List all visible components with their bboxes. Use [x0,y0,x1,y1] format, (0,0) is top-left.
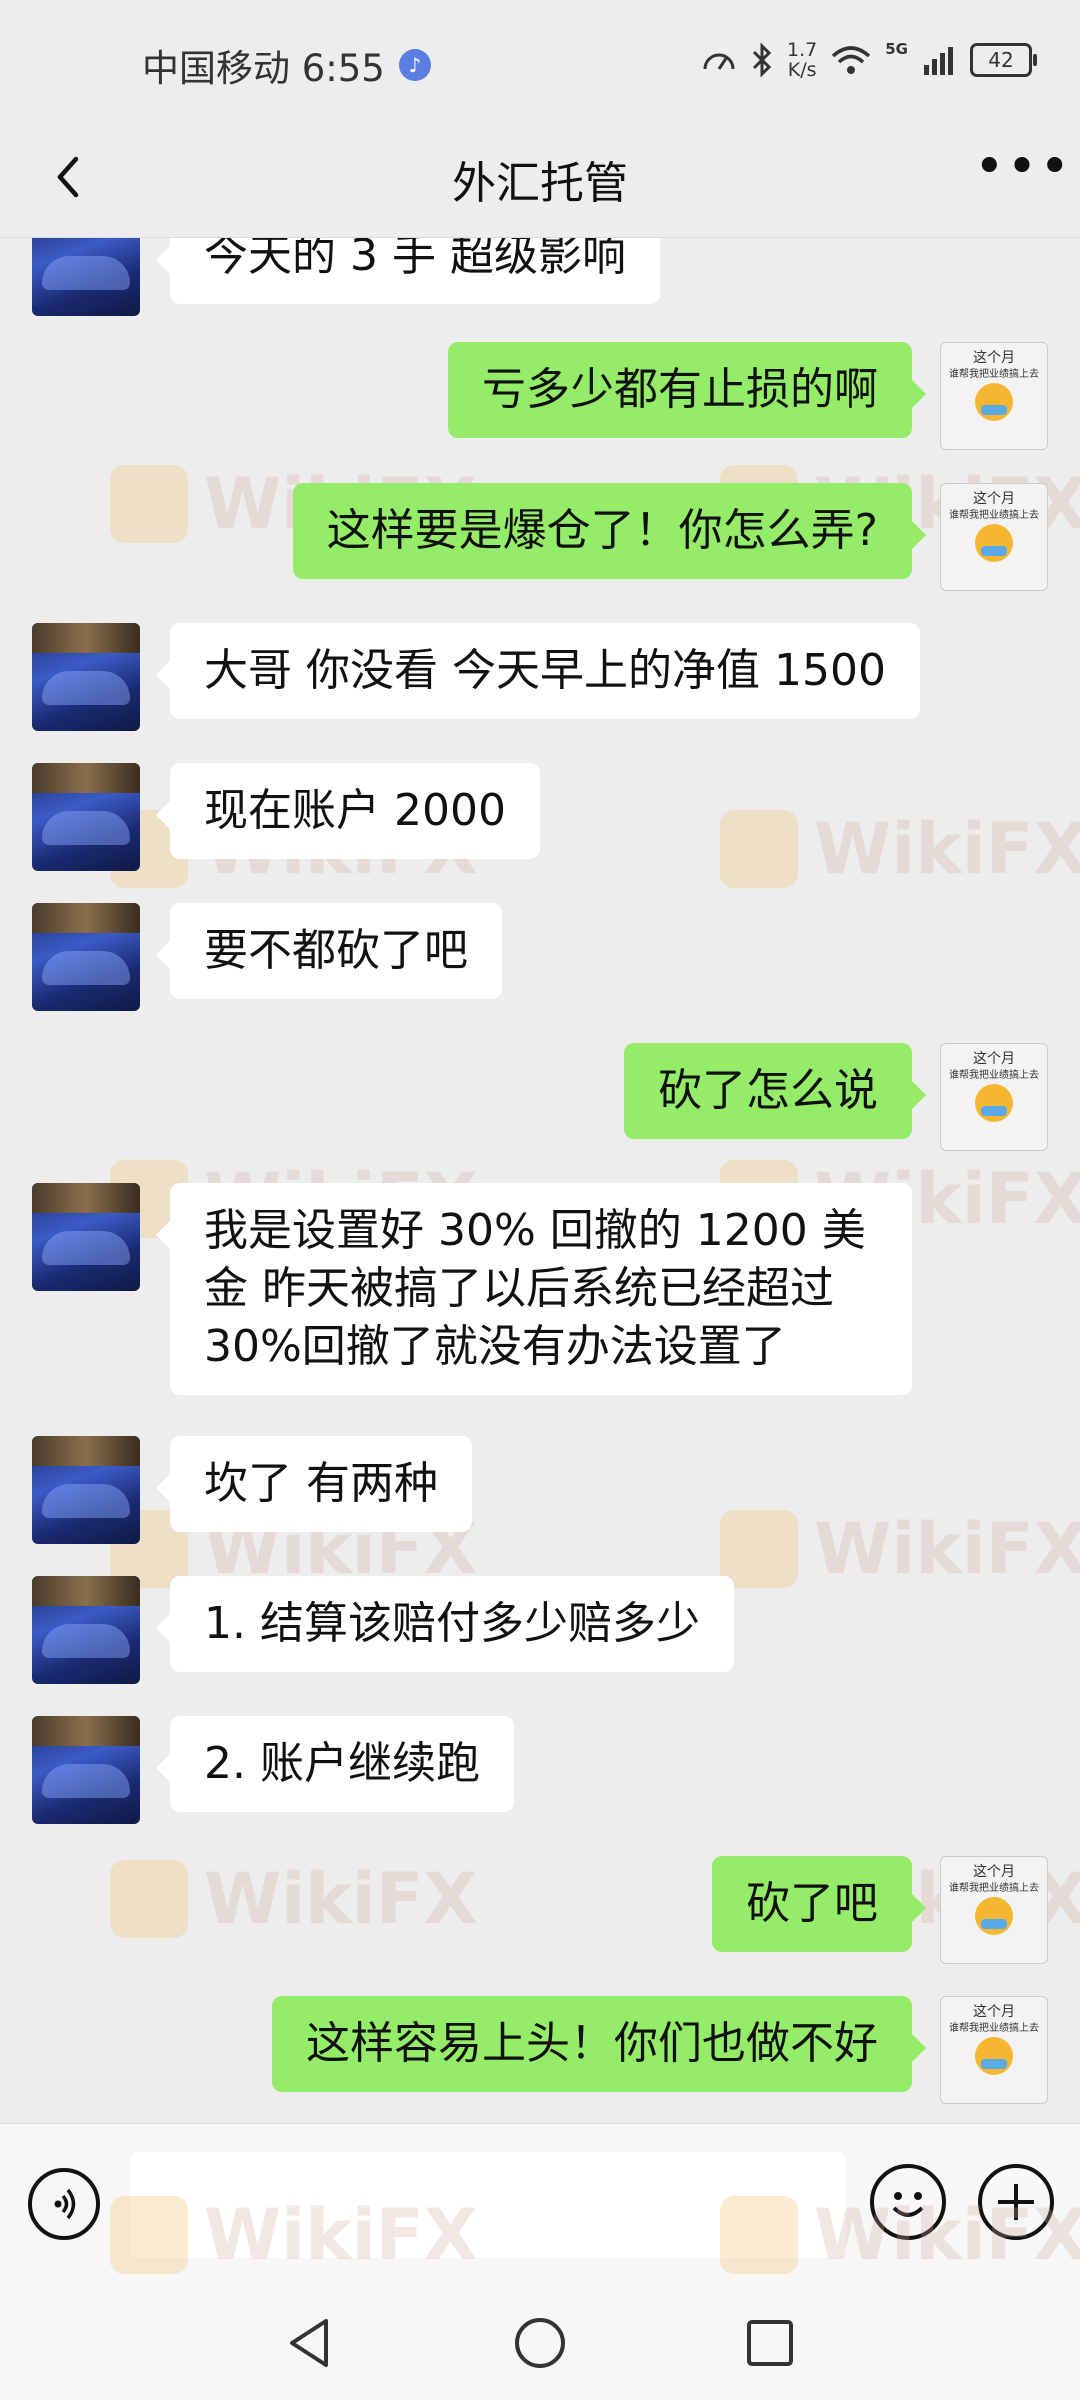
chat-list[interactable]: WikiFX WikiFX WikiFX WikiFX WikiFX WikiF… [0,238,1080,2123]
my-avatar[interactable]: 这个月 谁帮我把业绩搞上去 [940,342,1048,450]
speed-value: 1.7 [787,39,818,61]
avatar-caption-2: 谁帮我把业绩搞上去 [949,2023,1039,2034]
contact-avatar[interactable] [32,1576,140,1684]
battery-level: 42 [988,48,1014,72]
more-dots-icon[interactable]: ••• [974,141,1070,207]
crying-emoji-icon [975,2037,1013,2075]
input-bar: WikiFX WikiFX [0,2123,1080,2284]
avatar-caption: 这个月 [973,1864,1015,1880]
crying-emoji-icon [975,524,1013,562]
outgoing-message[interactable]: 亏多少都有止损的啊 [448,342,926,438]
avatar-caption-2: 谁帮我把业绩搞上去 [949,1883,1039,1894]
crying-emoji-icon [975,1897,1013,1935]
carrier-time-text: 中国移动 6:55 [142,47,385,90]
contact-avatar[interactable] [32,1436,140,1544]
avatar-caption: 这个月 [973,2004,1015,2020]
music-icon: ♪ [398,49,431,81]
outgoing-message[interactable]: 这样要是爆仓了！你怎么弄? [292,483,927,579]
incoming-message[interactable]: 坎了 有两种 [156,1436,472,1532]
plus-icon[interactable] [978,2164,1054,2240]
outgoing-message[interactable]: 砍了怎么说 [624,1043,926,1139]
battery-icon: 42 [970,43,1037,77]
outgoing-message[interactable]: 这样容易上头！你们也做不好 [272,1996,926,2092]
incoming-message[interactable]: 要不都砍了吧 [156,903,502,999]
wifi-icon [832,46,871,74]
watermark: WikiFX [720,808,1080,890]
voice-icon[interactable] [28,2168,100,2240]
avatar-caption: 这个月 [973,350,1015,366]
bluetooth-icon [752,43,772,77]
watermark: WikiFX [720,1508,1080,1590]
incoming-message[interactable]: 大哥 你没看 今天早上的净值 1500 [156,623,920,719]
crying-emoji-icon [975,1084,1013,1122]
avatar-caption: 这个月 [973,1051,1015,1067]
network-type: 5G [885,40,908,58]
incoming-message[interactable]: 1. 结算该赔付多少赔多少 [156,1576,734,1672]
status-bar: 中国移动 6:55 ♪ 1.7 K/s 5G 42 [0,0,1080,125]
incoming-message[interactable]: 2. 账户继续跑 [156,1716,514,1812]
triangle-back-icon[interactable] [280,2313,340,2373]
contact-avatar[interactable] [32,1183,140,1291]
page-title: 外汇托管 [452,158,628,209]
my-avatar[interactable]: 这个月 谁帮我把业绩搞上去 [940,1043,1048,1151]
carrier-time: 中国移动 6:55 ♪ [142,38,431,92]
my-avatar[interactable]: 这个月 谁帮我把业绩搞上去 [940,483,1048,591]
network-speed: 1.7 K/s [787,40,817,80]
contact-avatar[interactable] [32,623,140,731]
system-navigation [0,2283,1080,2400]
square-recent-icon[interactable] [740,2313,800,2373]
my-avatar[interactable]: 这个月 谁帮我把业绩搞上去 [940,1996,1048,2104]
circle-home-icon[interactable] [510,2313,570,2373]
incoming-message[interactable]: 我是设置好 30% 回撤的 1200 美金 昨天被搞了以后系统已经超过 30%回… [156,1183,912,1395]
status-icons: 1.7 K/s 5G 42 [701,40,1037,80]
crying-emoji-icon [975,383,1013,421]
contact-avatar[interactable] [32,763,140,871]
incoming-message[interactable]: 现在账户 2000 [156,763,540,859]
watermark: WikiFX [110,1858,478,1940]
signal-icon [924,47,953,75]
contact-avatar[interactable] [32,903,140,1011]
chat-header: 外汇托管 ••• [0,125,1080,238]
message-input[interactable] [130,2152,846,2258]
speed-unit: K/s [787,59,817,81]
avatar-caption-2: 谁帮我把业绩搞上去 [949,510,1039,521]
contact-avatar[interactable] [32,1716,140,1824]
avatar-caption: 这个月 [973,491,1015,507]
outgoing-message[interactable]: 砍了吧 [712,1856,926,1952]
avatar-caption-2: 谁帮我把业绩搞上去 [949,1070,1039,1081]
incoming-message[interactable]: 今天的 3 手 超级影响 [156,238,660,304]
contact-avatar[interactable] [32,238,140,316]
avatar-caption-2: 谁帮我把业绩搞上去 [949,369,1039,380]
speedometer-icon [703,53,735,70]
my-avatar[interactable]: 这个月 谁帮我把业绩搞上去 [940,1856,1048,1964]
emoji-icon[interactable] [870,2164,946,2240]
